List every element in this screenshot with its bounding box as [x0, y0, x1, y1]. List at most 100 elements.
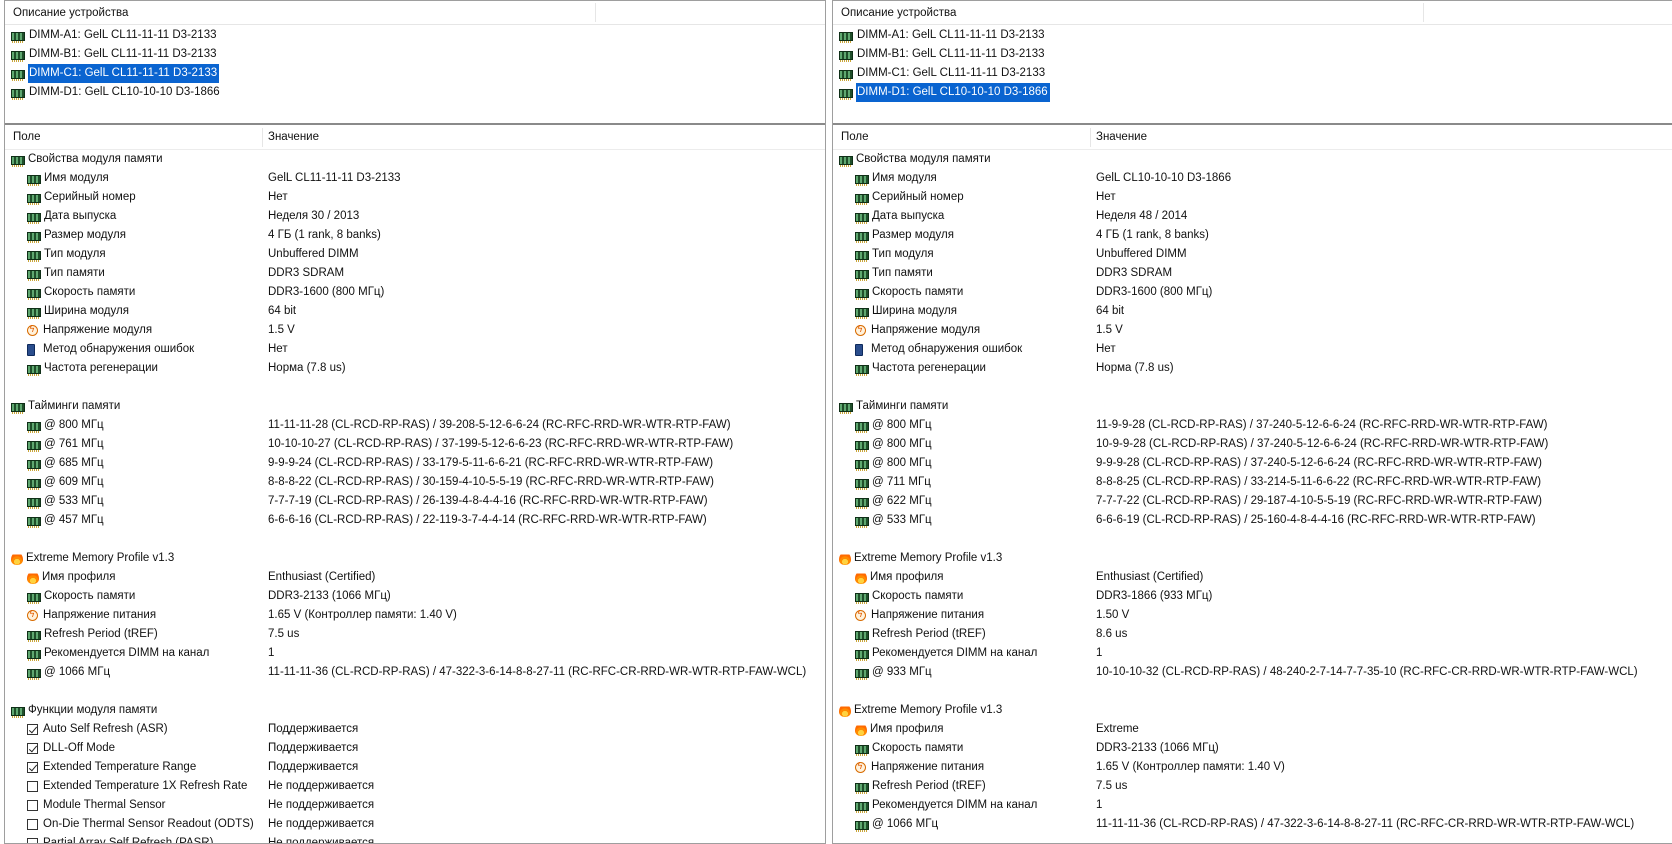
- value-cell: Поддерживается: [268, 742, 359, 754]
- device-item-label: DIMM-C1: GelL CL11-11-11 D3-2133: [857, 67, 1046, 79]
- property-row[interactable]: @ 622 МГц 7-7-7-22 (CL-RCD-RP-RAS) / 29-1…: [833, 492, 1672, 511]
- section-row[interactable]: Extreme Memory Profile v1.3: [833, 701, 1672, 720]
- property-row[interactable]: Метод обнаружения ошибок Нет: [5, 340, 825, 359]
- section-row[interactable]: Extreme Memory Profile v1.3: [5, 549, 825, 568]
- property-row[interactable]: On-Die Thermal Sensor Readout (ODTS) Не п…: [5, 815, 825, 834]
- section-row[interactable]: Тайминги памяти: [5, 397, 825, 416]
- device-item[interactable]: DIMM-D1: GelL CL10-10-10 D3-1866: [839, 83, 1672, 102]
- device-item[interactable]: DIMM-C1: GelL CL11-11-11 D3-2133: [11, 64, 825, 83]
- property-row[interactable]: Module Thermal Sensor Не поддерживается: [5, 796, 825, 815]
- field-label: @ 800 МГц: [44, 419, 104, 431]
- property-row[interactable]: Скорость памяти DDR3-2133 (1066 МГц): [833, 739, 1672, 758]
- section-row[interactable]: Функции модуля памяти: [5, 701, 825, 720]
- property-row[interactable]: Тип памяти DDR3 SDRAM: [833, 264, 1672, 283]
- column-header-field[interactable]: Поле: [13, 131, 41, 143]
- device-item[interactable]: DIMM-B1: GelL CL11-11-11 D3-2133: [11, 45, 825, 64]
- property-row[interactable]: @ 800 МГц 10-9-9-28 (CL-RCD-RP-RAS) / 37-…: [833, 435, 1672, 454]
- section-row[interactable]: Тайминги памяти: [833, 397, 1672, 416]
- property-row[interactable]: Рекомендуется DIMM на канал 1: [833, 796, 1672, 815]
- device-item[interactable]: DIMM-A1: GelL CL11-11-11 D3-2133: [11, 26, 825, 45]
- property-row[interactable]: @ 933 МГц 10-10-10-32 (CL-RCD-RP-RAS) / 4…: [833, 663, 1672, 682]
- property-row[interactable]: DLL-Off Mode Поддерживается: [5, 739, 825, 758]
- property-row[interactable]: Refresh Period (tREF) 7.5 us: [833, 777, 1672, 796]
- device-item[interactable]: DIMM-C1: GelL CL11-11-11 D3-2133: [839, 64, 1672, 83]
- column-separator[interactable]: [262, 128, 263, 147]
- property-row[interactable]: @ 533 МГц 6-6-6-19 (CL-RCD-RP-RAS) / 25-1…: [833, 511, 1672, 530]
- ram-icon: [27, 231, 41, 243]
- property-row[interactable]: @ 800 МГц 11-11-11-28 (CL-RCD-RP-RAS) / 3…: [5, 416, 825, 435]
- property-row[interactable]: Напряжение питания 1.65 V (Контроллер пам…: [833, 758, 1672, 777]
- property-row[interactable]: Рекомендуется DIMM на канал 1: [833, 644, 1672, 663]
- section-row[interactable]: Свойства модуля памяти: [5, 150, 825, 169]
- property-row[interactable]: Размер модуля 4 ГБ (1 rank, 8 banks): [5, 226, 825, 245]
- property-row[interactable]: Имя профиля Enthusiast (Certified): [5, 568, 825, 587]
- field-label: @ 685 МГц: [44, 457, 104, 469]
- device-item[interactable]: DIMM-A1: GelL CL11-11-11 D3-2133: [839, 26, 1672, 45]
- column-header-field[interactable]: Поле: [841, 131, 869, 143]
- column-separator[interactable]: [1090, 128, 1091, 147]
- property-row[interactable]: Partial Array Self Refresh (PASR) Не подд…: [5, 834, 825, 843]
- value-cell: DDR3-1600 (800 МГц): [268, 286, 385, 298]
- property-row[interactable]: @ 533 МГц 7-7-7-19 (CL-RCD-RP-RAS) / 26-1…: [5, 492, 825, 511]
- property-row[interactable]: @ 1066 МГц 11-11-11-36 (CL-RCD-RP-RAS) / …: [833, 815, 1672, 834]
- column-header-value[interactable]: Значение: [268, 131, 319, 143]
- property-row[interactable]: Имя профиля Extreme: [833, 720, 1672, 739]
- property-row[interactable]: Extended Temperature Range Поддерживается: [5, 758, 825, 777]
- column-header-value[interactable]: Значение: [1096, 131, 1147, 143]
- column-separator[interactable]: [1423, 3, 1424, 22]
- property-row[interactable]: @ 800 МГц 9-9-9-28 (CL-RCD-RP-RAS) / 37-2…: [833, 454, 1672, 473]
- property-row[interactable]: Серийный номер Нет: [833, 188, 1672, 207]
- section-row[interactable]: Свойства модуля памяти: [833, 150, 1672, 169]
- property-row[interactable]: Серийный номер Нет: [5, 188, 825, 207]
- property-row[interactable]: Размер модуля 4 ГБ (1 rank, 8 banks): [833, 226, 1672, 245]
- property-row[interactable]: Имя модуля GelL CL11-11-11 D3-2133: [5, 169, 825, 188]
- property-row[interactable]: Частота регенерации Норма (7.8 us): [833, 359, 1672, 378]
- property-row[interactable]: @ 685 МГц 9-9-9-24 (CL-RCD-RP-RAS) / 33-1…: [5, 454, 825, 473]
- ram-icon: [839, 155, 853, 167]
- ram-icon: [27, 459, 41, 471]
- pane-splitter[interactable]: [5, 123, 825, 125]
- property-row[interactable]: Extended Temperature 1X Refresh Rate Не п…: [5, 777, 825, 796]
- property-row[interactable]: Напряжение модуля 1.5 V: [833, 321, 1672, 340]
- property-row[interactable]: Дата выпуска Неделя 48 / 2014: [833, 207, 1672, 226]
- property-row[interactable]: @ 711 МГц 8-8-8-25 (CL-RCD-RP-RAS) / 33-2…: [833, 473, 1672, 492]
- property-row[interactable]: Тип памяти DDR3 SDRAM: [5, 264, 825, 283]
- property-row[interactable]: @ 457 МГц 6-6-6-16 (CL-RCD-RP-RAS) / 22-1…: [5, 511, 825, 530]
- property-row[interactable]: Напряжение модуля 1.5 V: [5, 321, 825, 340]
- value-cell: Нет: [268, 191, 288, 203]
- property-row[interactable]: Напряжение питания 1.65 V (Контроллер пам…: [5, 606, 825, 625]
- property-row[interactable]: Ширина модуля 64 bit: [5, 302, 825, 321]
- property-row[interactable]: @ 761 МГц 10-10-10-27 (CL-RCD-RP-RAS) / 3…: [5, 435, 825, 454]
- property-row[interactable]: Дата выпуска Неделя 30 / 2013: [5, 207, 825, 226]
- property-row[interactable]: Скорость памяти DDR3-2133 (1066 МГц): [5, 587, 825, 606]
- device-list-header[interactable]: Описание устройства: [5, 1, 825, 25]
- column-separator[interactable]: [595, 3, 596, 22]
- field-label: Скорость памяти: [872, 590, 964, 602]
- property-row[interactable]: @ 800 МГц 11-9-9-28 (CL-RCD-RP-RAS) / 37-…: [833, 416, 1672, 435]
- property-row[interactable]: Тип модуля Unbuffered DIMM: [5, 245, 825, 264]
- property-row[interactable]: Напряжение питания 1.50 V: [833, 606, 1672, 625]
- property-row[interactable]: @ 1066 МГц 11-11-11-36 (CL-RCD-RP-RAS) / …: [5, 663, 825, 682]
- device-list-header[interactable]: Описание устройства: [833, 1, 1672, 25]
- property-row[interactable]: Refresh Period (tREF) 7.5 us: [5, 625, 825, 644]
- device-item[interactable]: DIMM-D1: GelL CL10-10-10 D3-1866: [11, 83, 825, 102]
- voltage-icon: [855, 606, 866, 625]
- property-row[interactable]: Частота регенерации Норма (7.8 us): [5, 359, 825, 378]
- property-row[interactable]: Тип модуля Unbuffered DIMM: [833, 245, 1672, 264]
- field-cell: Рекомендуется DIMM на канал: [855, 644, 1037, 663]
- property-row[interactable]: Метод обнаружения ошибок Нет: [833, 340, 1672, 359]
- section-label: Свойства модуля памяти: [28, 153, 163, 165]
- property-row[interactable]: Скорость памяти DDR3-1600 (800 МГц): [833, 283, 1672, 302]
- device-item[interactable]: DIMM-B1: GelL CL11-11-11 D3-2133: [839, 45, 1672, 64]
- pane-splitter[interactable]: [833, 123, 1672, 125]
- property-row[interactable]: Refresh Period (tREF) 8.6 us: [833, 625, 1672, 644]
- property-row[interactable]: Рекомендуется DIMM на канал 1: [5, 644, 825, 663]
- property-row[interactable]: Имя профиля Enthusiast (Certified): [833, 568, 1672, 587]
- property-row[interactable]: @ 609 МГц 8-8-8-22 (CL-RCD-RP-RAS) / 30-1…: [5, 473, 825, 492]
- section-row[interactable]: Extreme Memory Profile v1.3: [833, 549, 1672, 568]
- property-row[interactable]: Auto Self Refresh (ASR) Поддерживается: [5, 720, 825, 739]
- property-row[interactable]: Скорость памяти DDR3-1866 (933 МГц): [833, 587, 1672, 606]
- property-row[interactable]: Имя модуля GelL CL10-10-10 D3-1866: [833, 169, 1672, 188]
- property-row[interactable]: Ширина модуля 64 bit: [833, 302, 1672, 321]
- property-row[interactable]: Скорость памяти DDR3-1600 (800 МГц): [5, 283, 825, 302]
